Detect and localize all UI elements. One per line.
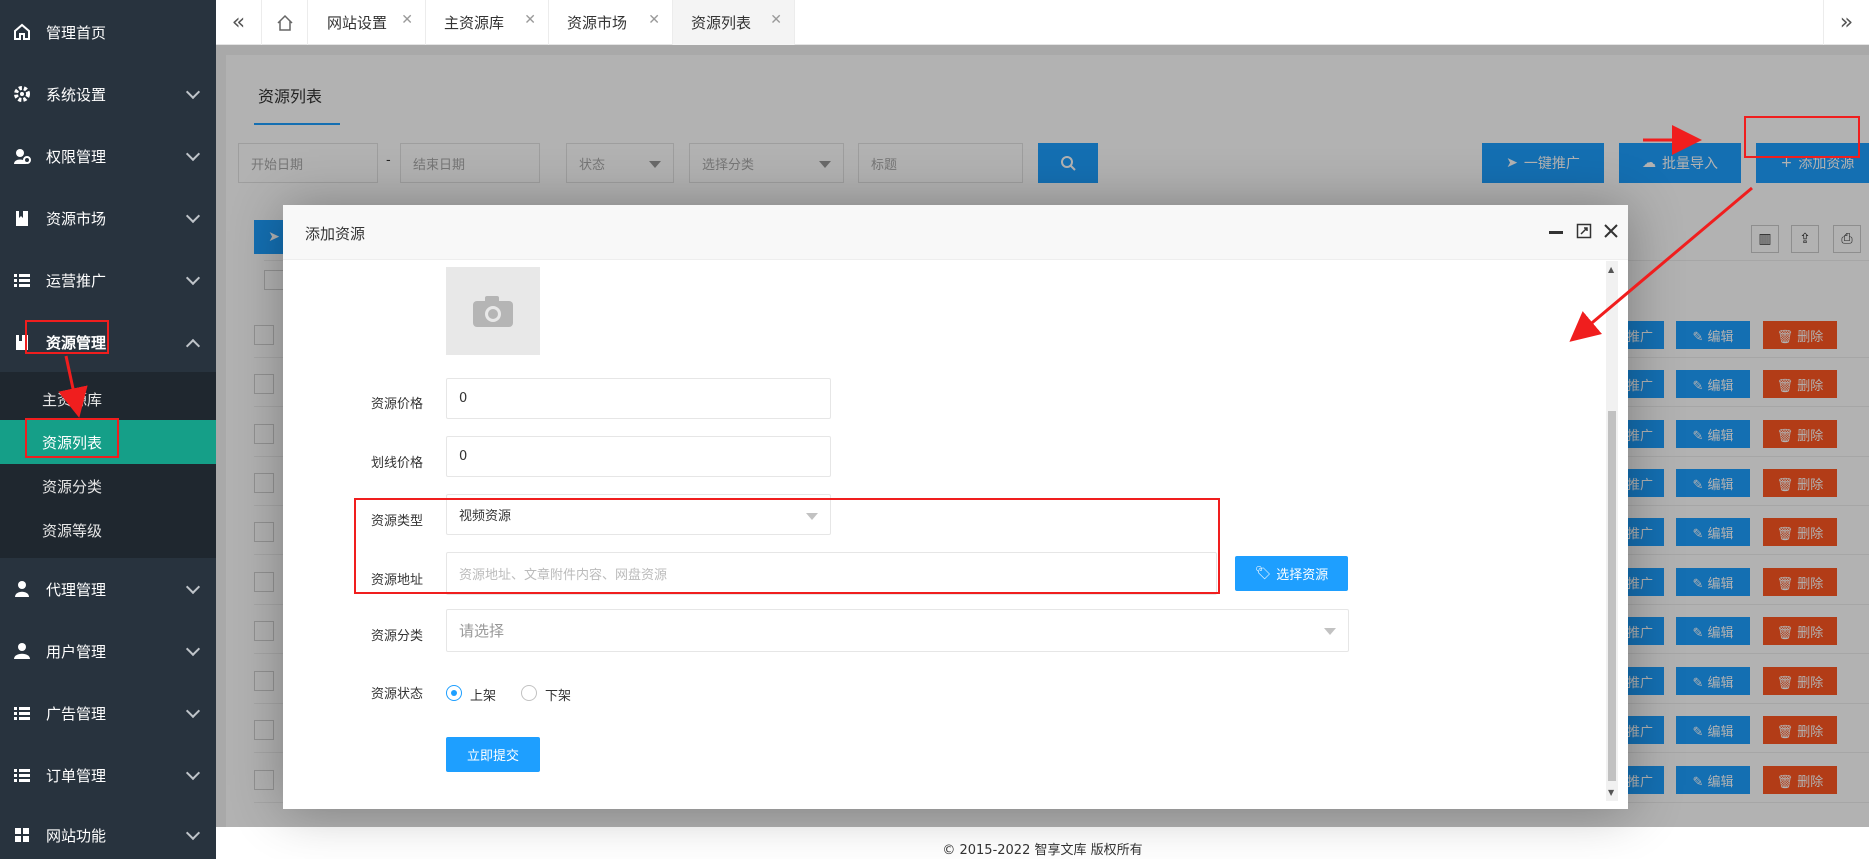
annotation-arrows: [58, 125, 1753, 418]
arrow-to-dialog: [1569, 186, 1753, 342]
arrow-to-resource-list: [58, 355, 88, 418]
